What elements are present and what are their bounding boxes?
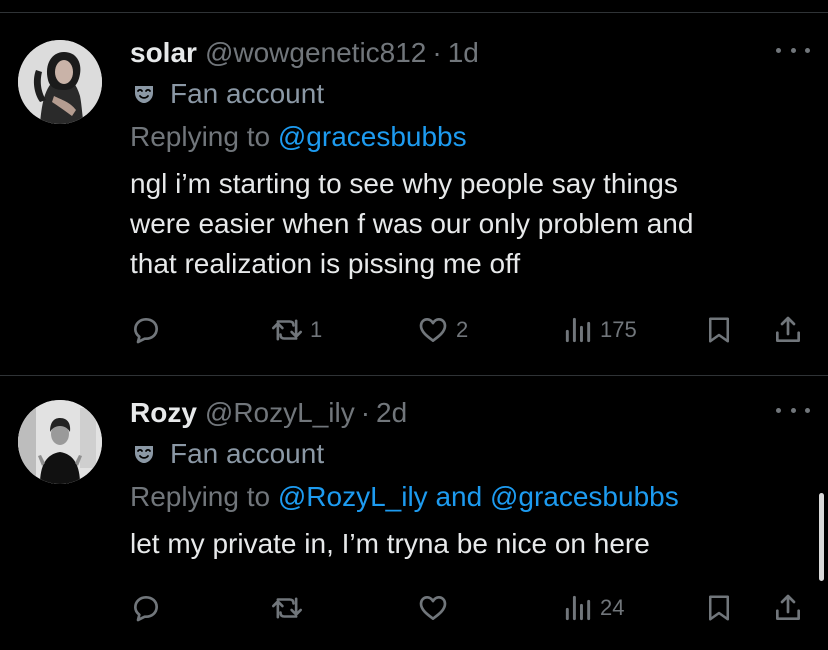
more-dot xyxy=(805,407,810,413)
tweet-actions: 24 xyxy=(130,588,808,628)
scrollbar[interactable] xyxy=(819,493,824,581)
avatar[interactable] xyxy=(18,40,102,124)
tweet-content: solar @wowgenetic812 · 1d Fan account Re… xyxy=(130,34,812,284)
share-icon xyxy=(776,594,800,620)
reply-button[interactable] xyxy=(130,310,168,350)
views-bars-icon xyxy=(565,595,591,621)
like-button[interactable] xyxy=(416,588,456,628)
more-dots-icon xyxy=(776,407,781,413)
retweet-count: 1 xyxy=(310,317,323,342)
timeline-feed: solar @wowgenetic812 · 1d Fan account Re… xyxy=(0,0,828,650)
like-count: 2 xyxy=(456,317,469,342)
retweet-icon xyxy=(271,597,303,619)
user-handle[interactable]: @RozyL_ily xyxy=(205,394,355,432)
account-label-text: Fan account xyxy=(170,438,325,469)
avatar[interactable] xyxy=(18,400,102,484)
retweet-button[interactable] xyxy=(270,588,310,628)
tweet-text: let my private in, I’m tryna be nice on … xyxy=(130,528,650,559)
user-handle[interactable]: @wowgenetic812 xyxy=(205,34,426,72)
views-count: 24 xyxy=(600,595,625,620)
replying-to: Replying to @gracesbubbs xyxy=(130,116,812,158)
bookmark-button[interactable] xyxy=(704,310,734,350)
display-name[interactable]: Rozy xyxy=(130,394,197,432)
bookmark-button[interactable] xyxy=(704,588,734,628)
more-dot xyxy=(790,407,796,413)
avatar-image xyxy=(18,40,102,124)
tweet-text: ngl i’m starting to see why people say t… xyxy=(130,168,694,279)
account-label: Fan account xyxy=(130,434,812,474)
share-button[interactable] xyxy=(772,310,804,350)
bookmark-icon xyxy=(709,317,729,343)
views-bars-icon xyxy=(565,317,591,343)
avatar-image xyxy=(18,400,102,484)
reply-joiner: and xyxy=(427,481,490,512)
reply-button[interactable] xyxy=(130,588,168,628)
more-options-button[interactable] xyxy=(776,398,810,422)
replying-to-prefix: Replying to xyxy=(130,121,278,152)
views-button[interactable]: 24 xyxy=(562,588,624,628)
retweet-button[interactable]: 1 xyxy=(270,310,322,350)
mask-icon xyxy=(135,446,153,463)
reply-mention[interactable]: @gracesbubbs xyxy=(278,121,467,152)
reply-mention[interactable]: @RozyL_ily xyxy=(278,481,428,512)
reply-bubble-icon xyxy=(134,596,158,622)
replying-to: Replying to @RozyL_ily and @gracesbubbs xyxy=(130,476,812,518)
like-button[interactable]: 2 xyxy=(416,310,468,350)
views-button[interactable]: 175 xyxy=(562,310,637,350)
separator-dot: · xyxy=(432,37,442,68)
replying-to-prefix: Replying to xyxy=(130,481,278,512)
more-dot xyxy=(805,47,810,53)
more-dot xyxy=(790,47,796,53)
bookmark-icon xyxy=(709,595,729,621)
account-label: Fan account xyxy=(130,74,812,114)
timestamp[interactable]: 1d xyxy=(448,34,479,72)
views-count: 175 xyxy=(600,317,637,342)
timestamp[interactable]: 2d xyxy=(376,394,407,432)
tweet-actions: 1 2 175 xyxy=(130,310,808,350)
share-icon xyxy=(776,316,800,342)
display-name[interactable]: solar xyxy=(130,34,197,72)
tweet-content: Rozy @RozyL_ily · 2d Fan account Replyin… xyxy=(130,394,812,564)
share-button[interactable] xyxy=(772,588,804,628)
heart-icon xyxy=(419,596,447,620)
account-label-text: Fan account xyxy=(170,78,325,109)
mask-icon xyxy=(135,86,153,103)
heart-icon xyxy=(419,318,447,342)
reply-bubble-icon xyxy=(134,318,158,344)
tweet-header: solar @wowgenetic812 · 1d xyxy=(130,34,812,72)
reply-mention-2[interactable]: @gracesbubbs xyxy=(490,481,679,512)
more-options-button[interactable] xyxy=(776,38,810,62)
tweet[interactable]: solar @wowgenetic812 · 1d Fan account Re… xyxy=(0,0,828,375)
more-dots-icon xyxy=(776,47,781,53)
tweet[interactable]: Rozy @RozyL_ily · 2d Fan account Replyin… xyxy=(0,376,828,650)
retweet-icon xyxy=(271,319,303,341)
separator-dot: · xyxy=(360,397,371,428)
tweet-header: Rozy @RozyL_ily · 2d xyxy=(130,394,812,432)
